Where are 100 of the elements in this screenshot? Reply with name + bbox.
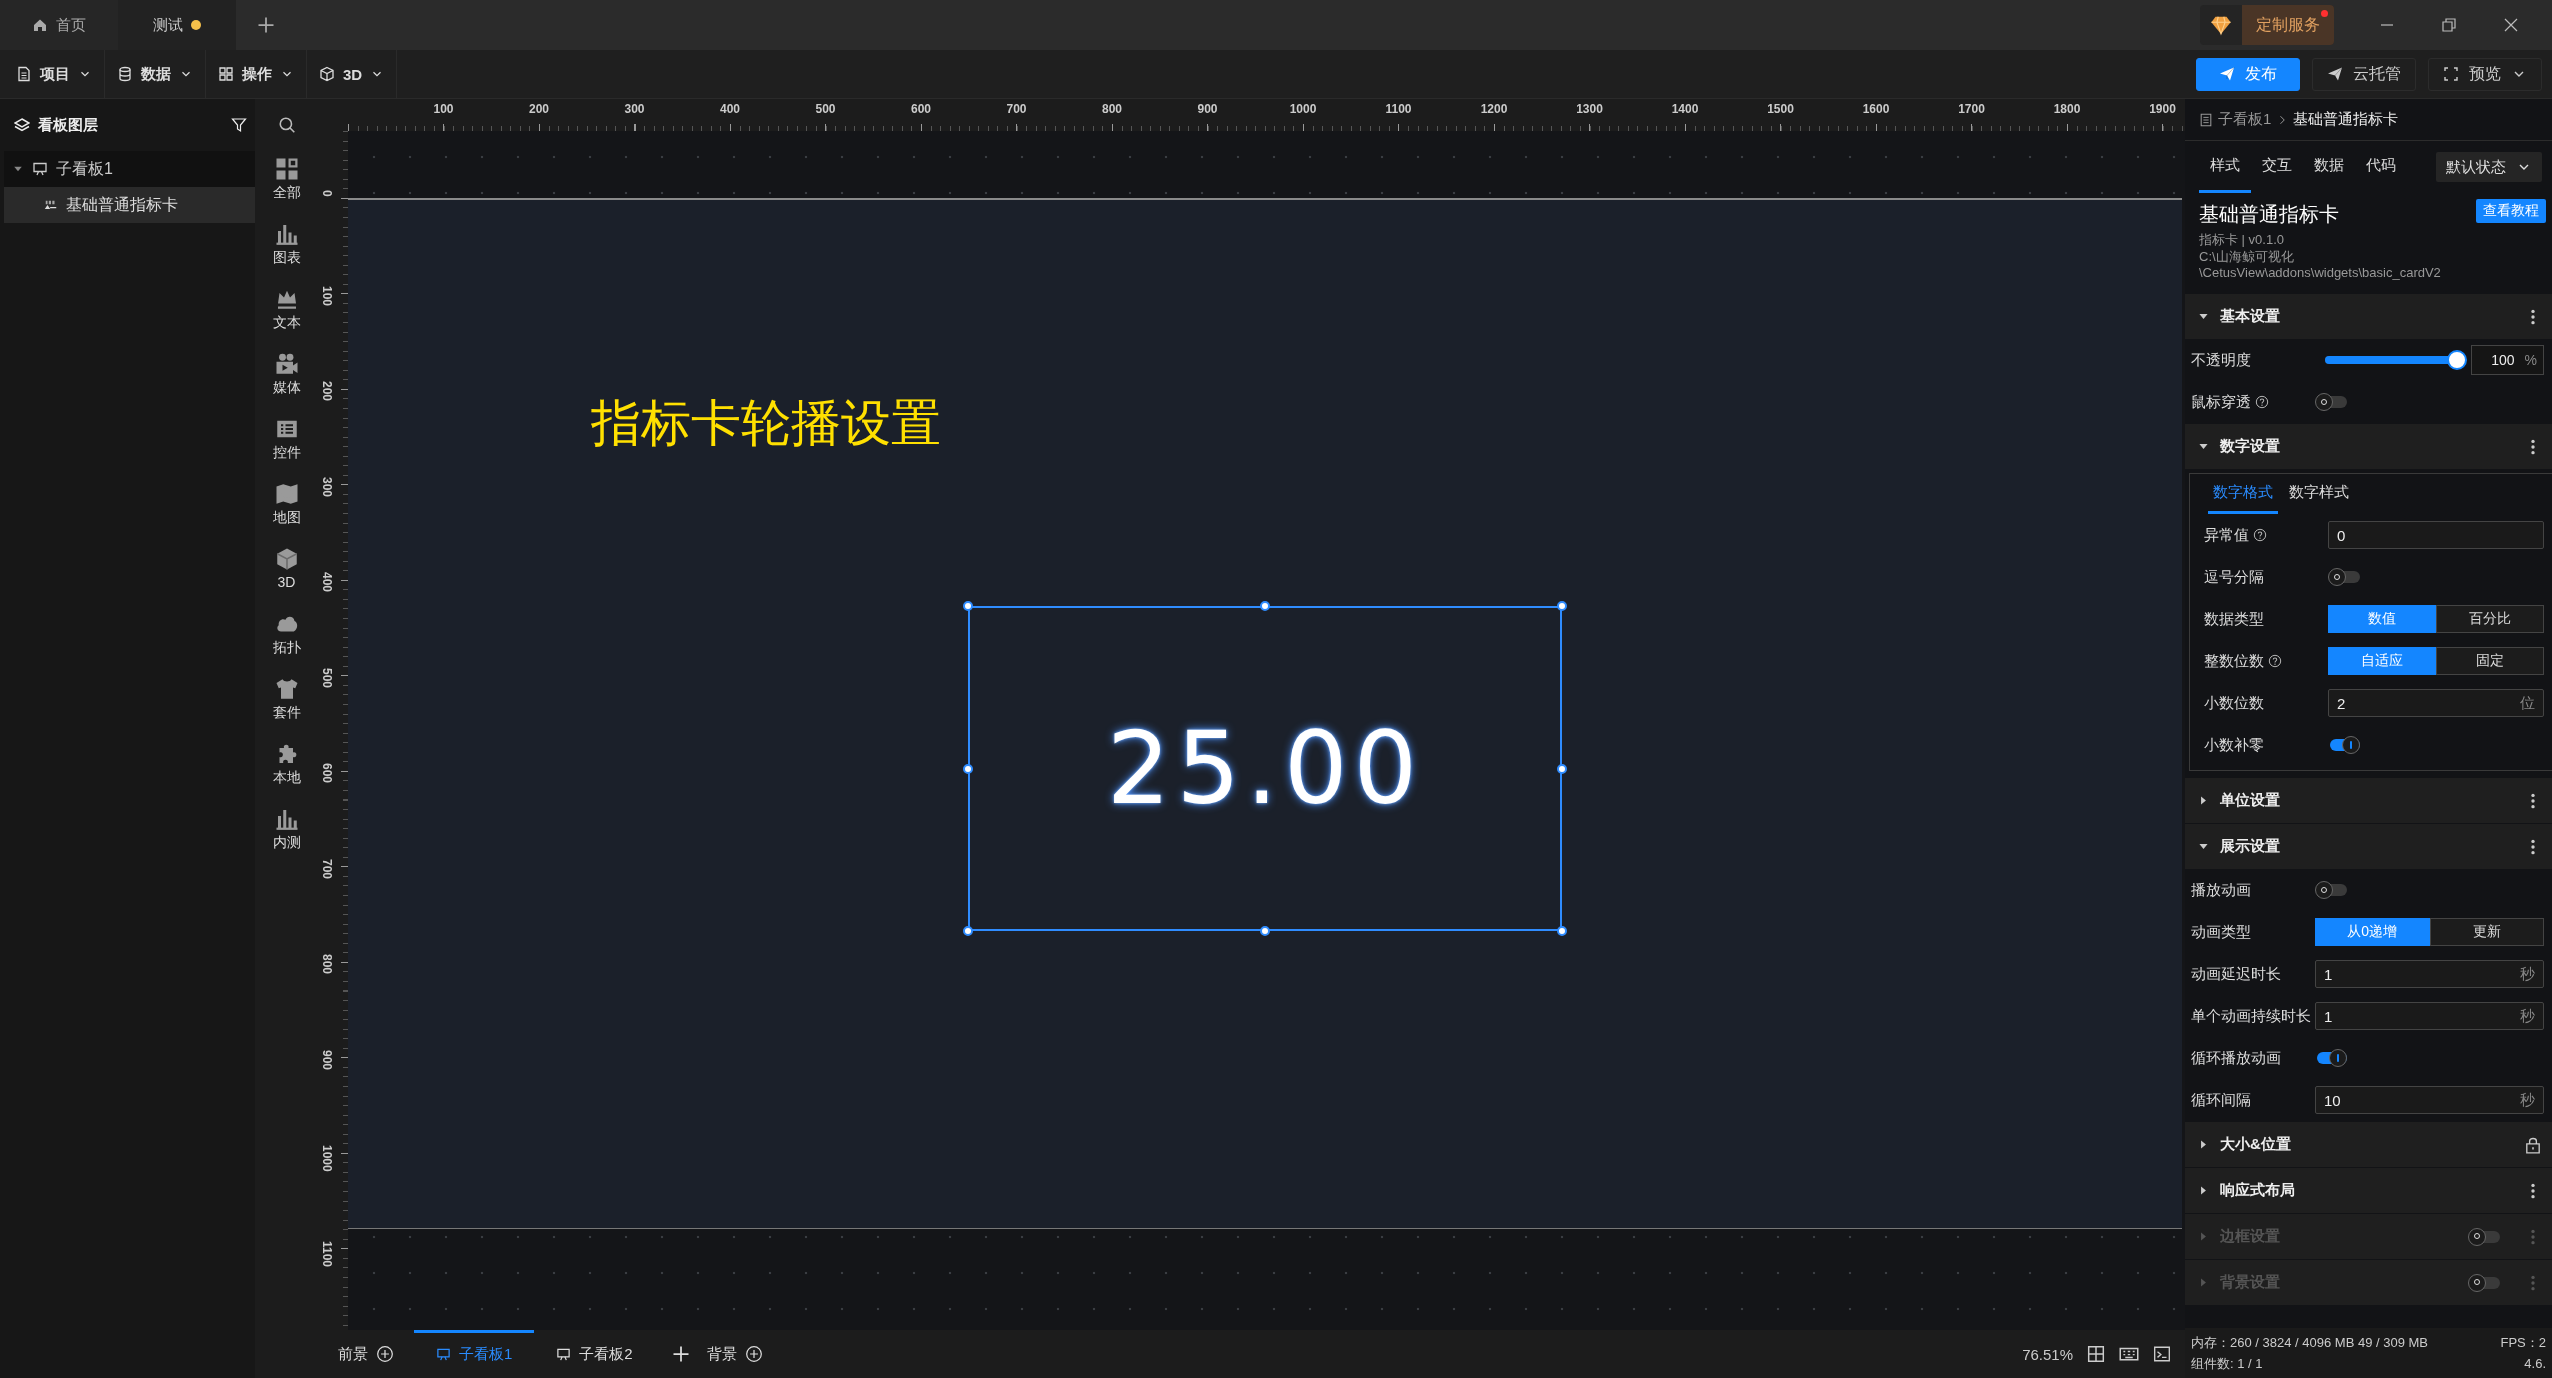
- toolbar-button[interactable]: 发布: [2196, 57, 2300, 91]
- segment-option[interactable]: 从0递增: [2315, 918, 2430, 946]
- category-button[interactable]: 控件: [255, 411, 318, 476]
- resize-handle[interactable]: [963, 926, 973, 936]
- number-input[interactable]: 100 %: [2471, 345, 2544, 375]
- category-button[interactable]: 内测: [255, 801, 318, 866]
- inspector-tab[interactable]: 数据: [2303, 141, 2355, 193]
- field-label: 循环播放动画: [2191, 1048, 2281, 1068]
- ruler-label: 300: [320, 476, 334, 497]
- inspector-tab[interactable]: 样式: [2199, 141, 2251, 193]
- grid-icon: [218, 66, 234, 82]
- input-field[interactable]: 2 位: [2328, 689, 2544, 717]
- category-button[interactable]: 本地: [255, 736, 318, 801]
- category-button[interactable]: 全部: [255, 151, 318, 216]
- section-header[interactable]: 展示设置: [2185, 823, 2552, 869]
- resize-handle[interactable]: [1260, 601, 1270, 611]
- input-field[interactable]: 1 秒: [2315, 960, 2544, 988]
- canvas-title-text[interactable]: 指标卡轮播设置: [591, 390, 941, 457]
- file-icon: [16, 66, 32, 82]
- add-circle-icon[interactable]: [744, 1345, 763, 1363]
- section-header[interactable]: 基本设置: [2185, 293, 2552, 339]
- restore-icon[interactable]: [2441, 17, 2457, 33]
- board-tab[interactable]: 子看板1: [414, 1330, 535, 1378]
- search-icon[interactable]: [277, 116, 296, 134]
- category-button[interactable]: 3D: [255, 541, 318, 606]
- category-button[interactable]: 文本: [255, 281, 318, 346]
- layer-label: 背景: [706, 1344, 737, 1364]
- field-label: 循环间隔: [2191, 1090, 2251, 1110]
- section-header[interactable]: 单位设置: [2185, 777, 2552, 823]
- layer-row[interactable]: 子看板1: [4, 151, 255, 187]
- help-icon[interactable]: [2253, 528, 2267, 542]
- slider-thumb[interactable]: [2447, 350, 2467, 370]
- service-badge[interactable]: 定制服务: [2200, 5, 2334, 45]
- segment-option[interactable]: 百分比: [2436, 605, 2544, 633]
- segment-option[interactable]: 自适应: [2328, 647, 2436, 675]
- sub-tab[interactable]: 数字格式: [2208, 474, 2278, 514]
- toggle-switch[interactable]: [2328, 568, 2360, 586]
- ruler-label: 100: [320, 285, 334, 306]
- add-circle-icon[interactable]: [376, 1345, 394, 1363]
- toggle-switch[interactable]: [2315, 1049, 2347, 1067]
- bar-chart-icon: [274, 222, 299, 246]
- category-button[interactable]: 地图: [255, 476, 318, 541]
- sub-tab[interactable]: 数字样式: [2284, 474, 2354, 514]
- ruler-label: 600: [320, 763, 334, 784]
- segment-option[interactable]: 固定: [2436, 647, 2544, 675]
- section-header[interactable]: 大小&位置: [2185, 1121, 2552, 1167]
- breadcrumb-current: 基础普通指标卡: [2293, 110, 2399, 129]
- resize-handle[interactable]: [963, 763, 973, 774]
- section-header[interactable]: 响应式布局: [2185, 1167, 2552, 1213]
- resize-handle[interactable]: [1557, 601, 1567, 611]
- tutorial-button[interactable]: 查看教程: [2476, 199, 2546, 223]
- input-field[interactable]: 0: [2328, 521, 2544, 549]
- resize-handle[interactable]: [1557, 763, 1567, 774]
- preview-dropdown[interactable]: 预览: [2428, 57, 2542, 91]
- resize-handle[interactable]: [1557, 926, 1567, 936]
- input-field[interactable]: 10 秒: [2315, 1086, 2544, 1114]
- category-button[interactable]: 图表: [255, 216, 318, 281]
- map-icon: [274, 482, 299, 506]
- segment-option[interactable]: 数值: [2328, 605, 2436, 633]
- selected-metric-card[interactable]: 25.00: [968, 606, 1562, 931]
- toolbar-button[interactable]: 云托管: [2312, 57, 2416, 91]
- component-count: 组件数: 1 / 1: [2191, 1354, 2263, 1373]
- toggle-switch[interactable]: [2328, 736, 2360, 754]
- fullscreen-icon: [2443, 66, 2459, 82]
- inspector-tab[interactable]: 代码: [2355, 141, 2407, 193]
- layers-icon: [14, 117, 30, 133]
- filter-icon[interactable]: [231, 117, 247, 133]
- layer-row[interactable]: 基础普通指标卡: [4, 187, 255, 223]
- category-button[interactable]: 拓扑: [255, 606, 318, 671]
- document-tab[interactable]: 首页: [0, 0, 118, 50]
- terminal-icon[interactable]: [2153, 1345, 2171, 1363]
- widget-name: 基础普通指标卡: [2199, 202, 2339, 227]
- segment-option[interactable]: 更新: [2429, 918, 2544, 946]
- close-icon[interactable]: [2503, 17, 2519, 33]
- toggle-switch[interactable]: [2315, 881, 2347, 899]
- ruler-label: 500: [815, 102, 836, 118]
- lock-icon[interactable]: [2524, 1135, 2542, 1154]
- category-button[interactable]: 套件: [255, 671, 318, 736]
- document-tab[interactable]: 测试: [118, 0, 236, 50]
- help-icon[interactable]: [2255, 395, 2269, 409]
- input-field[interactable]: 1 秒: [2315, 1002, 2544, 1030]
- toggle-switch[interactable]: [2315, 393, 2347, 411]
- help-icon[interactable]: [2268, 654, 2282, 668]
- home-icon: [32, 17, 48, 33]
- ruler-label: 200: [320, 381, 334, 402]
- ruler-label: 1000: [1289, 102, 1317, 118]
- fit-icon[interactable]: [2087, 1345, 2105, 1363]
- panel-title: 看板图层: [38, 115, 98, 135]
- ruler-label: 1200: [1480, 102, 1508, 118]
- board-tab[interactable]: 子看板2: [534, 1330, 655, 1378]
- inspector-tab[interactable]: 交互: [2251, 141, 2303, 193]
- state-dropdown[interactable]: 默认状态: [2436, 152, 2542, 182]
- plus-icon[interactable]: [256, 15, 276, 35]
- breadcrumb-link[interactable]: 子看板1: [2218, 110, 2272, 129]
- resize-handle[interactable]: [1260, 926, 1270, 936]
- section-header[interactable]: 数字设置: [2185, 423, 2552, 469]
- ruler-label: 1400: [1671, 102, 1699, 118]
- resize-handle[interactable]: [963, 601, 973, 611]
- shirt-icon: [274, 677, 299, 701]
- category-button[interactable]: 媒体: [255, 346, 318, 411]
